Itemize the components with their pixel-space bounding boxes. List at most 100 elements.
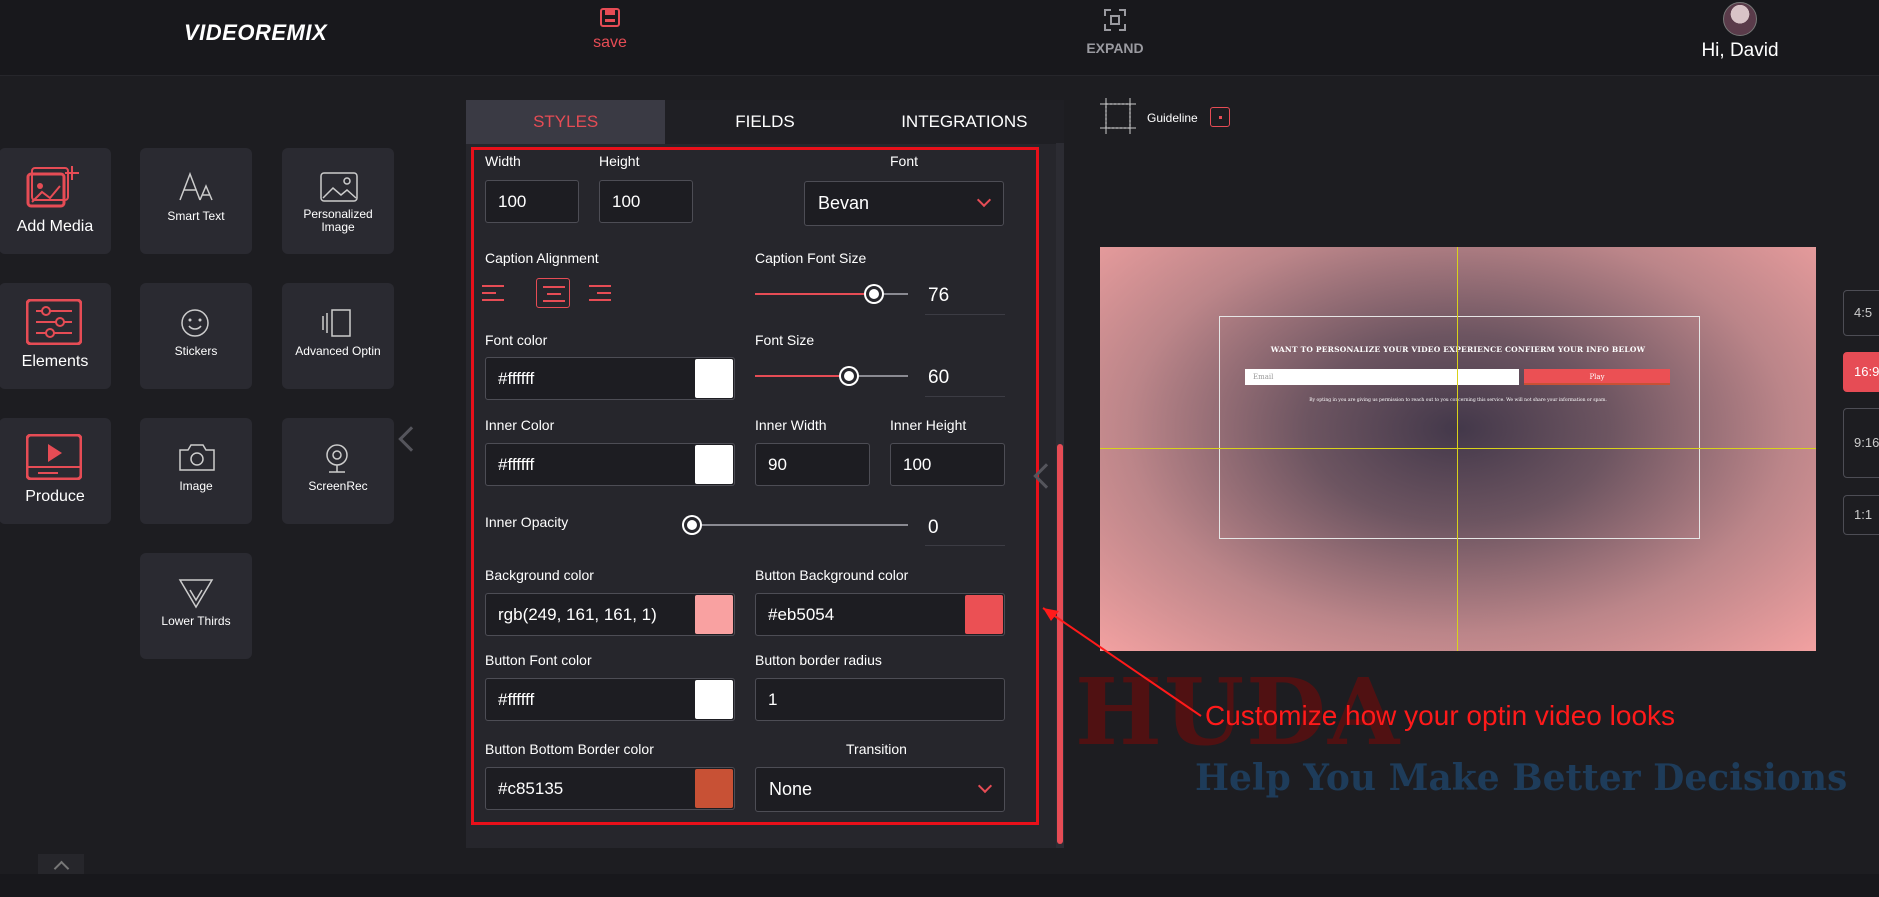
- top-bar: VIDEOREMIX save EXPAND Hi, David: [0, 0, 1879, 76]
- screenrec-label: ScreenRec: [308, 479, 368, 493]
- produce-label: Produce: [25, 488, 85, 505]
- personalized-image-button[interactable]: Personalized Image: [282, 148, 394, 254]
- image-label: Image: [179, 479, 213, 493]
- smart-text-button[interactable]: Smart Text: [140, 148, 252, 254]
- button-font-color-label: Button Font color: [485, 652, 592, 668]
- caption-font-size-slider-knob[interactable]: [866, 286, 882, 302]
- guideline-icon[interactable]: [1100, 98, 1136, 134]
- caption-font-size-slider[interactable]: [755, 286, 908, 302]
- guideline-toggle[interactable]: [1210, 107, 1230, 127]
- align-left-button[interactable]: [477, 278, 511, 308]
- button-font-color-input[interactable]: #ffffff: [485, 678, 735, 721]
- transition-select[interactable]: None: [755, 767, 1005, 812]
- user-menu[interactable]: Hi, David: [1690, 2, 1790, 62]
- inner-width-label: Inner Width: [755, 417, 827, 433]
- transition-label: Transition: [846, 741, 907, 757]
- inner-color-value: #ffffff: [498, 455, 535, 474]
- font-color-input[interactable]: #ffffff: [485, 357, 735, 400]
- stickers-button[interactable]: Stickers: [140, 283, 252, 389]
- font-label: Font: [890, 153, 919, 169]
- inner-width-input[interactable]: 90: [755, 443, 870, 486]
- align-center-button[interactable]: [536, 278, 570, 308]
- elements-button[interactable]: Elements: [0, 283, 111, 389]
- video-preview-canvas[interactable]: WANT TO PERSONALIZE YOUR VIDEO EXPERIENC…: [1100, 247, 1816, 651]
- caption-font-size-value: 76: [928, 285, 950, 306]
- width-label: Width: [485, 153, 521, 169]
- align-right-button[interactable]: [584, 278, 618, 308]
- image-button[interactable]: Image: [140, 418, 252, 524]
- tab-fields[interactable]: FIELDS: [665, 100, 864, 144]
- optin-play-button[interactable]: Play: [1524, 369, 1670, 385]
- add-media-button[interactable]: Add Media: [0, 148, 111, 254]
- guideline-horizontal: [1100, 448, 1816, 449]
- elements-icon: [26, 299, 82, 345]
- save-icon: [600, 8, 620, 27]
- button-background-color-label: Button Background color: [755, 567, 909, 583]
- optin-email-field[interactable]: Email: [1245, 369, 1519, 385]
- timeline-bar: [0, 874, 1879, 897]
- height-input[interactable]: 100: [599, 180, 693, 223]
- add-media-label: Add Media: [16, 218, 94, 235]
- produce-button[interactable]: Produce: [0, 418, 111, 524]
- advanced-optin-icon: [322, 309, 351, 337]
- stickers-icon: [181, 309, 209, 337]
- background-color-swatch[interactable]: [695, 595, 733, 634]
- screenrec-button[interactable]: ScreenRec: [282, 418, 394, 524]
- optin-caption[interactable]: WANT TO PERSONALIZE YOUR VIDEO EXPERIENC…: [1100, 345, 1816, 354]
- width-input[interactable]: 100: [485, 180, 579, 223]
- collapse-tools-chevron-icon[interactable]: [398, 426, 424, 452]
- avatar[interactable]: [1723, 2, 1757, 36]
- inner-opacity-slider[interactable]: [684, 517, 908, 533]
- font-size-slider-knob[interactable]: [841, 368, 857, 384]
- ratio-9-16-button[interactable]: 9:16: [1843, 408, 1879, 478]
- watermark-tagline: Help You Make Better Decisions: [1195, 757, 1848, 799]
- chevron-down-icon: [976, 192, 992, 208]
- font-select[interactable]: Bevan: [804, 181, 1004, 226]
- transition-value: None: [769, 779, 813, 799]
- tab-integrations[interactable]: INTEGRATIONS: [865, 100, 1064, 144]
- expand-icon: [1104, 9, 1126, 31]
- inner-opacity-slider-knob[interactable]: [684, 517, 700, 533]
- lower-thirds-icon: [178, 579, 214, 609]
- font-size-slider[interactable]: [755, 368, 908, 384]
- button-font-color-swatch[interactable]: [695, 680, 733, 719]
- user-greeting: Hi, David: [1701, 40, 1779, 61]
- ratio-1-1-button[interactable]: 1:1: [1843, 495, 1879, 535]
- caption-font-size-label: Caption Font Size: [755, 250, 867, 266]
- personalized-image-icon: [320, 172, 358, 202]
- button-background-color-value: #eb5054: [768, 605, 835, 624]
- ratio-16-9-button[interactable]: 16:9: [1843, 352, 1879, 392]
- inner-height-input[interactable]: 100: [890, 443, 1005, 486]
- personalized-image-label: Personalized Image: [303, 207, 373, 234]
- button-background-color-input[interactable]: #eb5054: [755, 593, 1005, 636]
- save-button[interactable]: save: [585, 6, 635, 52]
- button-bottom-border-color-swatch[interactable]: [695, 769, 733, 808]
- font-color-value: #ffffff: [498, 369, 535, 388]
- height-label: Height: [599, 153, 640, 169]
- button-border-radius-input[interactable]: 1: [755, 678, 1005, 721]
- inner-color-swatch[interactable]: [695, 445, 733, 484]
- smart-text-icon: [179, 172, 213, 201]
- tab-styles[interactable]: STYLES: [466, 100, 666, 144]
- highlight-box: [471, 147, 1039, 825]
- inner-color-label: Inner Color: [485, 417, 555, 433]
- optin-disclaimer: By opting in you are giving us permissio…: [1309, 398, 1607, 403]
- inner-color-input[interactable]: #ffffff: [485, 443, 735, 486]
- stickers-label: Stickers: [174, 344, 218, 358]
- button-bottom-border-color-input[interactable]: #c85135: [485, 767, 735, 810]
- button-background-color-swatch[interactable]: [965, 595, 1003, 634]
- add-media-icon: [26, 166, 79, 208]
- background-color-input[interactable]: rgb(249, 161, 161, 1): [485, 593, 735, 636]
- ratio-4-5-button[interactable]: 4:5: [1843, 290, 1879, 336]
- lower-thirds-button[interactable]: Lower Thirds: [140, 553, 252, 659]
- button-bottom-border-color-label: Button Bottom Border color: [485, 741, 654, 757]
- button-font-color-value: #ffffff: [498, 690, 535, 709]
- font-color-swatch[interactable]: [695, 359, 733, 398]
- advanced-optin-button[interactable]: Advanced Optin: [282, 283, 394, 389]
- button-bottom-border-color-value: #c85135: [498, 779, 564, 798]
- produce-icon: [26, 434, 82, 480]
- app-logo: VIDEOREMIX: [184, 20, 328, 45]
- inner-height-label: Inner Height: [890, 417, 967, 433]
- expand-button[interactable]: EXPAND: [1080, 8, 1150, 56]
- font-color-label: Font color: [485, 332, 548, 348]
